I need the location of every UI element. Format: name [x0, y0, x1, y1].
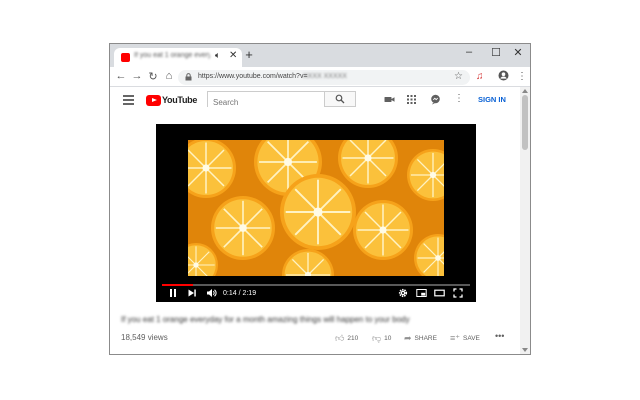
- scrollbar-thumb[interactable]: [522, 95, 528, 150]
- bookmark-star-icon[interactable]: ☆: [454, 71, 463, 82]
- browser-window: If you eat 1 orange everyday 🔈︎ ✕ + – ☐ …: [109, 43, 531, 355]
- tab-strip: If you eat 1 orange everyday 🔈︎ ✕ + – ☐ …: [110, 44, 530, 67]
- scroll-down-icon[interactable]: [522, 348, 528, 352]
- page-scrollbar[interactable]: [520, 87, 530, 354]
- reload-icon[interactable]: ↻: [146, 70, 160, 83]
- theater-mode-icon[interactable]: [434, 288, 445, 300]
- browser-toolbar: ← → ↻ ⌂ https://www.youtube.com/watch?v=…: [110, 67, 530, 87]
- pause-icon[interactable]: [168, 288, 178, 300]
- lock-icon: [185, 73, 192, 81]
- search-icon: [335, 94, 345, 104]
- maximize-icon[interactable]: ☐: [484, 46, 508, 59]
- speaker-icon[interactable]: 🔈︎: [215, 50, 220, 61]
- close-window-icon[interactable]: ✕: [506, 46, 530, 59]
- youtube-header: YouTube ⋮ SIGN IN: [110, 87, 520, 114]
- profile-icon[interactable]: [498, 70, 509, 84]
- progress-bar[interactable]: [162, 284, 470, 286]
- video-player[interactable]: 0:14 / 2:19: [156, 124, 476, 302]
- like-count: 210: [347, 335, 359, 343]
- dislike-count: 10: [384, 335, 392, 343]
- like-button[interactable]: 👍︎ 210: [335, 333, 358, 344]
- hamburger-menu-icon[interactable]: [123, 95, 134, 105]
- miniplayer-icon[interactable]: [416, 288, 427, 300]
- logo-text: YouTube: [162, 95, 198, 105]
- browser-tab[interactable]: If you eat 1 orange everyday 🔈︎ ✕: [114, 48, 242, 67]
- video-title: If you eat 1 orange everyday for a month…: [121, 315, 410, 324]
- share-button[interactable]: ➦ SHARE: [404, 333, 437, 344]
- search-box: [207, 91, 325, 110]
- forward-icon[interactable]: →: [130, 70, 144, 82]
- save-label: SAVE: [463, 335, 480, 343]
- settings-gear-icon[interactable]: [398, 288, 408, 300]
- scroll-up-icon[interactable]: [522, 89, 528, 93]
- home-icon[interactable]: ⌂: [162, 70, 176, 82]
- orange-slices-thumbnail: [188, 140, 444, 276]
- address-bar[interactable]: https://www.youtube.com/watch?v= XXXX XX…: [178, 70, 470, 85]
- settings-dots-icon[interactable]: ⋮: [452, 93, 466, 107]
- url-video-id: XXXX XXXXX: [303, 73, 347, 80]
- minimize-icon[interactable]: –: [457, 46, 481, 58]
- progress-fill: [162, 284, 193, 286]
- apps-grid-icon[interactable]: [404, 93, 418, 107]
- add-to-playlist-icon: ≡⁺: [450, 333, 461, 343]
- dislike-button[interactable]: 👎︎ 10: [372, 333, 391, 344]
- music-extension-icon[interactable]: ♫: [476, 71, 484, 82]
- url-text: https://www.youtube.com/watch?v=: [198, 73, 308, 80]
- youtube-favicon-icon: [121, 53, 130, 62]
- share-arrow-icon: ➦: [404, 333, 412, 343]
- browser-menu-icon[interactable]: ⋮: [517, 71, 527, 82]
- view-count: 18,549 views: [121, 333, 168, 342]
- playback-time: 0:14 / 2:19: [223, 290, 257, 297]
- volume-icon[interactable]: [206, 288, 217, 300]
- back-icon[interactable]: ←: [114, 70, 128, 82]
- create-video-icon[interactable]: [382, 93, 396, 107]
- youtube-page: YouTube ⋮ SIGN IN i: [110, 87, 530, 354]
- tab-title: If you eat 1 orange everyday: [134, 52, 210, 59]
- search-button[interactable]: [325, 91, 356, 107]
- search-input[interactable]: [208, 95, 324, 110]
- sign-in-button[interactable]: SIGN IN: [478, 95, 506, 104]
- more-actions-icon[interactable]: •••: [495, 331, 504, 341]
- youtube-play-logo-icon: [146, 95, 161, 106]
- youtube-logo[interactable]: YouTube: [146, 95, 197, 106]
- new-tab-button[interactable]: +: [242, 47, 256, 62]
- share-label: SHARE: [414, 335, 437, 343]
- next-video-icon[interactable]: [187, 288, 197, 300]
- messages-icon[interactable]: [428, 93, 442, 107]
- tab-close-icon[interactable]: ✕: [229, 50, 237, 61]
- thumbs-up-icon: 👍︎: [335, 333, 345, 343]
- fullscreen-icon[interactable]: [453, 288, 463, 300]
- thumbs-down-icon: 👎︎: [372, 333, 382, 343]
- save-button[interactable]: ≡⁺ SAVE: [450, 333, 480, 344]
